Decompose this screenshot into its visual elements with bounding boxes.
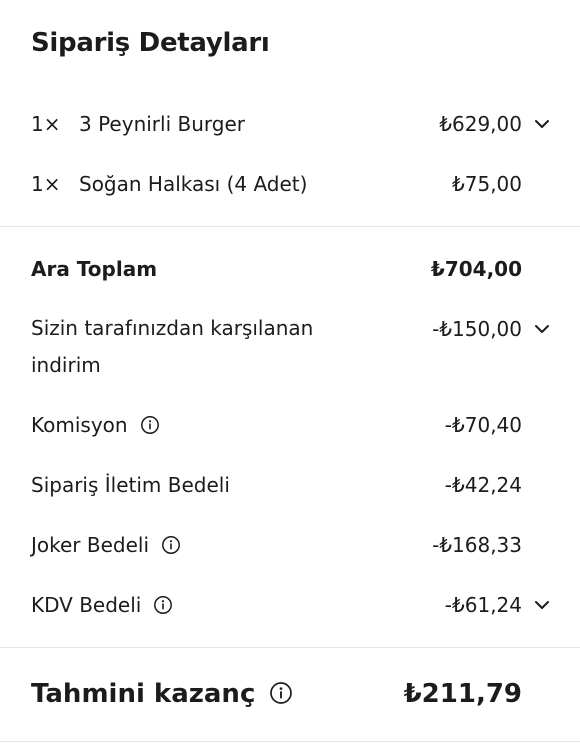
- joker-fee-label: Joker Bedeli: [31, 533, 150, 557]
- item-price: ₺629,00: [439, 112, 522, 136]
- chevron-down-icon[interactable]: [532, 595, 552, 615]
- chevron-down-icon[interactable]: [532, 319, 552, 339]
- vat-row[interactable]: KDV Bedeli -₺61,24: [31, 593, 580, 619]
- section-divider: [0, 741, 580, 742]
- commission-label: Komisyon: [31, 413, 128, 437]
- commission-value: -₺70,40: [444, 413, 522, 437]
- joker-fee-value: -₺168,33: [432, 533, 522, 557]
- item-name: 3 Peynirli Burger: [79, 112, 245, 136]
- vat-value: -₺61,24: [444, 593, 522, 617]
- subtotal-row: Ara Toplam ₺704,00: [31, 257, 580, 283]
- discount-value: -₺150,00: [432, 317, 522, 341]
- section-divider: [0, 647, 580, 648]
- item-quantity: 1×: [31, 172, 61, 196]
- commission-label-group: Komisyon: [31, 413, 160, 437]
- page-title: Sipariş Detayları: [31, 28, 270, 58]
- info-icon[interactable]: [140, 415, 160, 435]
- delivery-fee-label: Sipariş İletim Bedeli: [31, 473, 230, 497]
- vat-label: KDV Bedeli: [31, 593, 142, 617]
- subtotal-value: ₺704,00: [430, 257, 522, 281]
- commission-row: Komisyon -₺70,40: [31, 413, 580, 439]
- delivery-fee-value: -₺42,24: [444, 473, 522, 497]
- chevron-down-icon[interactable]: [532, 114, 552, 134]
- item-price: ₺75,00: [452, 172, 522, 196]
- vat-label-group: KDV Bedeli: [31, 593, 173, 617]
- order-item-row[interactable]: 1× 3 Peynirli Burger ₺629,00: [31, 112, 580, 138]
- item-quantity: 1×: [31, 112, 61, 136]
- info-icon[interactable]: [153, 595, 173, 615]
- estimated-earnings-value: ₺211,79: [403, 679, 522, 709]
- estimated-earnings-row: Tahmini kazanç ₺211,79: [31, 678, 580, 712]
- discount-row[interactable]: Sizin tarafınızdan karşılanan indirim -₺…: [31, 310, 580, 384]
- estimated-earnings-label: Tahmini kazanç: [31, 679, 256, 709]
- joker-label-group: Joker Bedeli: [31, 533, 181, 557]
- subtotal-label: Ara Toplam: [31, 257, 158, 281]
- item-name: Soğan Halkası (4 Adet): [79, 172, 308, 196]
- info-icon[interactable]: [269, 681, 293, 705]
- delivery-fee-row: Sipariş İletim Bedeli -₺42,24: [31, 473, 580, 499]
- joker-fee-row: Joker Bedeli -₺168,33: [31, 533, 580, 559]
- estimated-earnings-label-group: Tahmini kazanç: [31, 678, 293, 710]
- info-icon[interactable]: [161, 535, 181, 555]
- discount-label: Sizin tarafınızdan karşılanan indirim: [31, 316, 314, 377]
- section-divider: [0, 226, 580, 227]
- order-item-row: 1× Soğan Halkası (4 Adet) ₺75,00: [31, 172, 580, 198]
